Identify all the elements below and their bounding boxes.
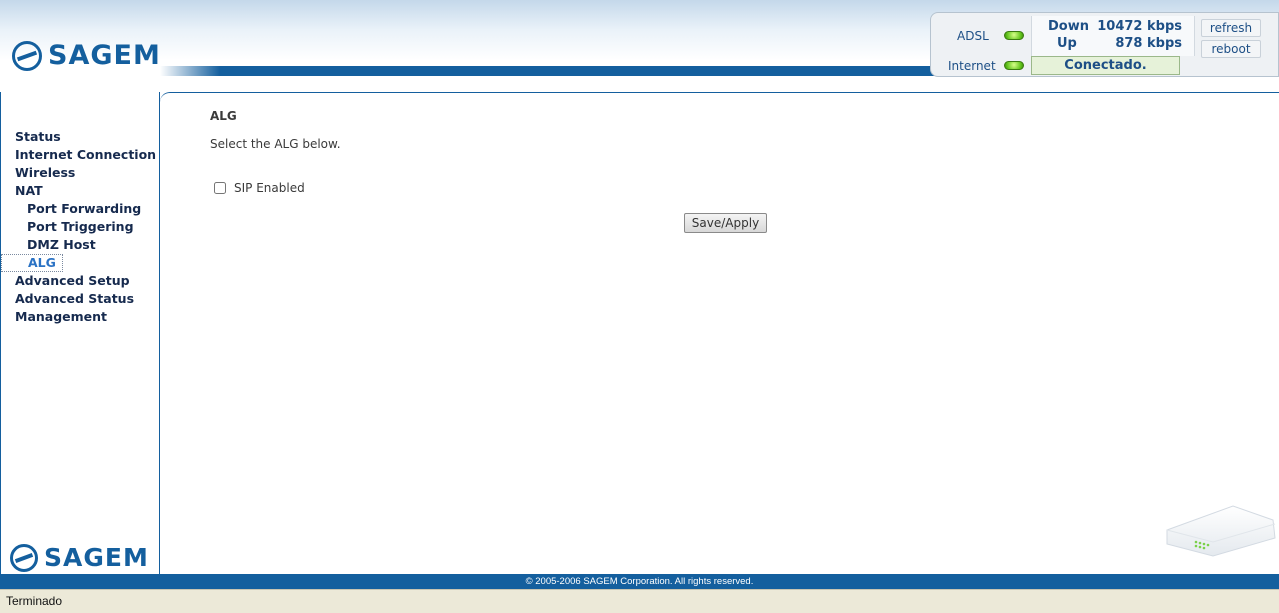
sagem-logo-bottom: SAGEM: [10, 543, 149, 572]
sip-enabled-label: SIP Enabled: [234, 181, 305, 195]
sagem-logo-bottom-text: SAGEM: [44, 543, 149, 572]
sidebar-item-internet-connection[interactable]: Internet Connection: [1, 146, 159, 164]
sidebar-item-advanced-status[interactable]: Advanced Status: [1, 290, 159, 308]
sidebar-item-port-triggering[interactable]: Port Triggering: [1, 218, 159, 236]
internet-label: Internet: [948, 59, 996, 73]
sidebar-item-management[interactable]: Management: [1, 308, 159, 326]
sagem-logo-icon: [12, 40, 42, 71]
router-device-icon: [1166, 505, 1276, 557]
adsl-led-icon: [1004, 31, 1024, 40]
save-apply-button[interactable]: Save/Apply: [684, 213, 767, 233]
page-title: ALG: [210, 109, 237, 123]
sip-row: SIP Enabled: [214, 181, 305, 195]
sidebar-item-alg[interactable]: ALG: [1, 254, 159, 272]
browser-status-bar: Terminado: [0, 589, 1279, 613]
sidebar-item-status[interactable]: Status: [1, 128, 159, 146]
connection-status-field: Conectado.: [1031, 56, 1180, 75]
sagem-logo-bottom-icon: [10, 543, 38, 572]
sidebar: Status Internet Connection Wireless NAT …: [0, 92, 160, 574]
sidebar-item-dmz-host[interactable]: DMZ Host: [1, 236, 159, 254]
internet-led-icon: [1004, 61, 1024, 70]
header-band-fade: [160, 66, 220, 76]
footer-copyright: © 2005-2006 SAGEM Corporation. All right…: [0, 574, 1279, 589]
up-speed: 878 kbps: [1115, 36, 1182, 51]
sidebar-item-advanced-setup[interactable]: Advanced Setup: [1, 272, 159, 290]
adsl-label: ADSL: [957, 29, 989, 43]
sagem-logo-text: SAGEM: [48, 40, 161, 71]
router-admin-page: SAGEM ADSL Down 10472 kbps Up 878 kbps r…: [0, 0, 1279, 613]
main-panel: ALG Select the ALG below. SIP Enabled Sa…: [160, 92, 1279, 574]
connection-status-widget: ADSL Down 10472 kbps Up 878 kbps refresh…: [930, 12, 1279, 77]
reboot-button[interactable]: reboot: [1201, 40, 1261, 58]
down-speed: 10472 kbps: [1097, 19, 1182, 34]
sidebar-item-wireless[interactable]: Wireless: [1, 164, 159, 182]
sidebar-item-alg-label: ALG: [1, 254, 63, 272]
page-description: Select the ALG below.: [210, 137, 341, 151]
sidebar-item-port-forwarding[interactable]: Port Forwarding: [1, 200, 159, 218]
sagem-logo-top: SAGEM: [12, 40, 161, 71]
sidebar-nav: Status Internet Connection Wireless NAT …: [1, 128, 159, 326]
sip-enabled-checkbox[interactable]: [214, 182, 226, 194]
sidebar-item-nat[interactable]: NAT: [1, 182, 159, 200]
down-label: Down: [1048, 19, 1089, 34]
speed-panel: Down 10472 kbps Up 878 kbps: [1031, 16, 1195, 56]
refresh-button[interactable]: refresh: [1201, 19, 1261, 37]
up-label: Up: [1057, 36, 1077, 51]
